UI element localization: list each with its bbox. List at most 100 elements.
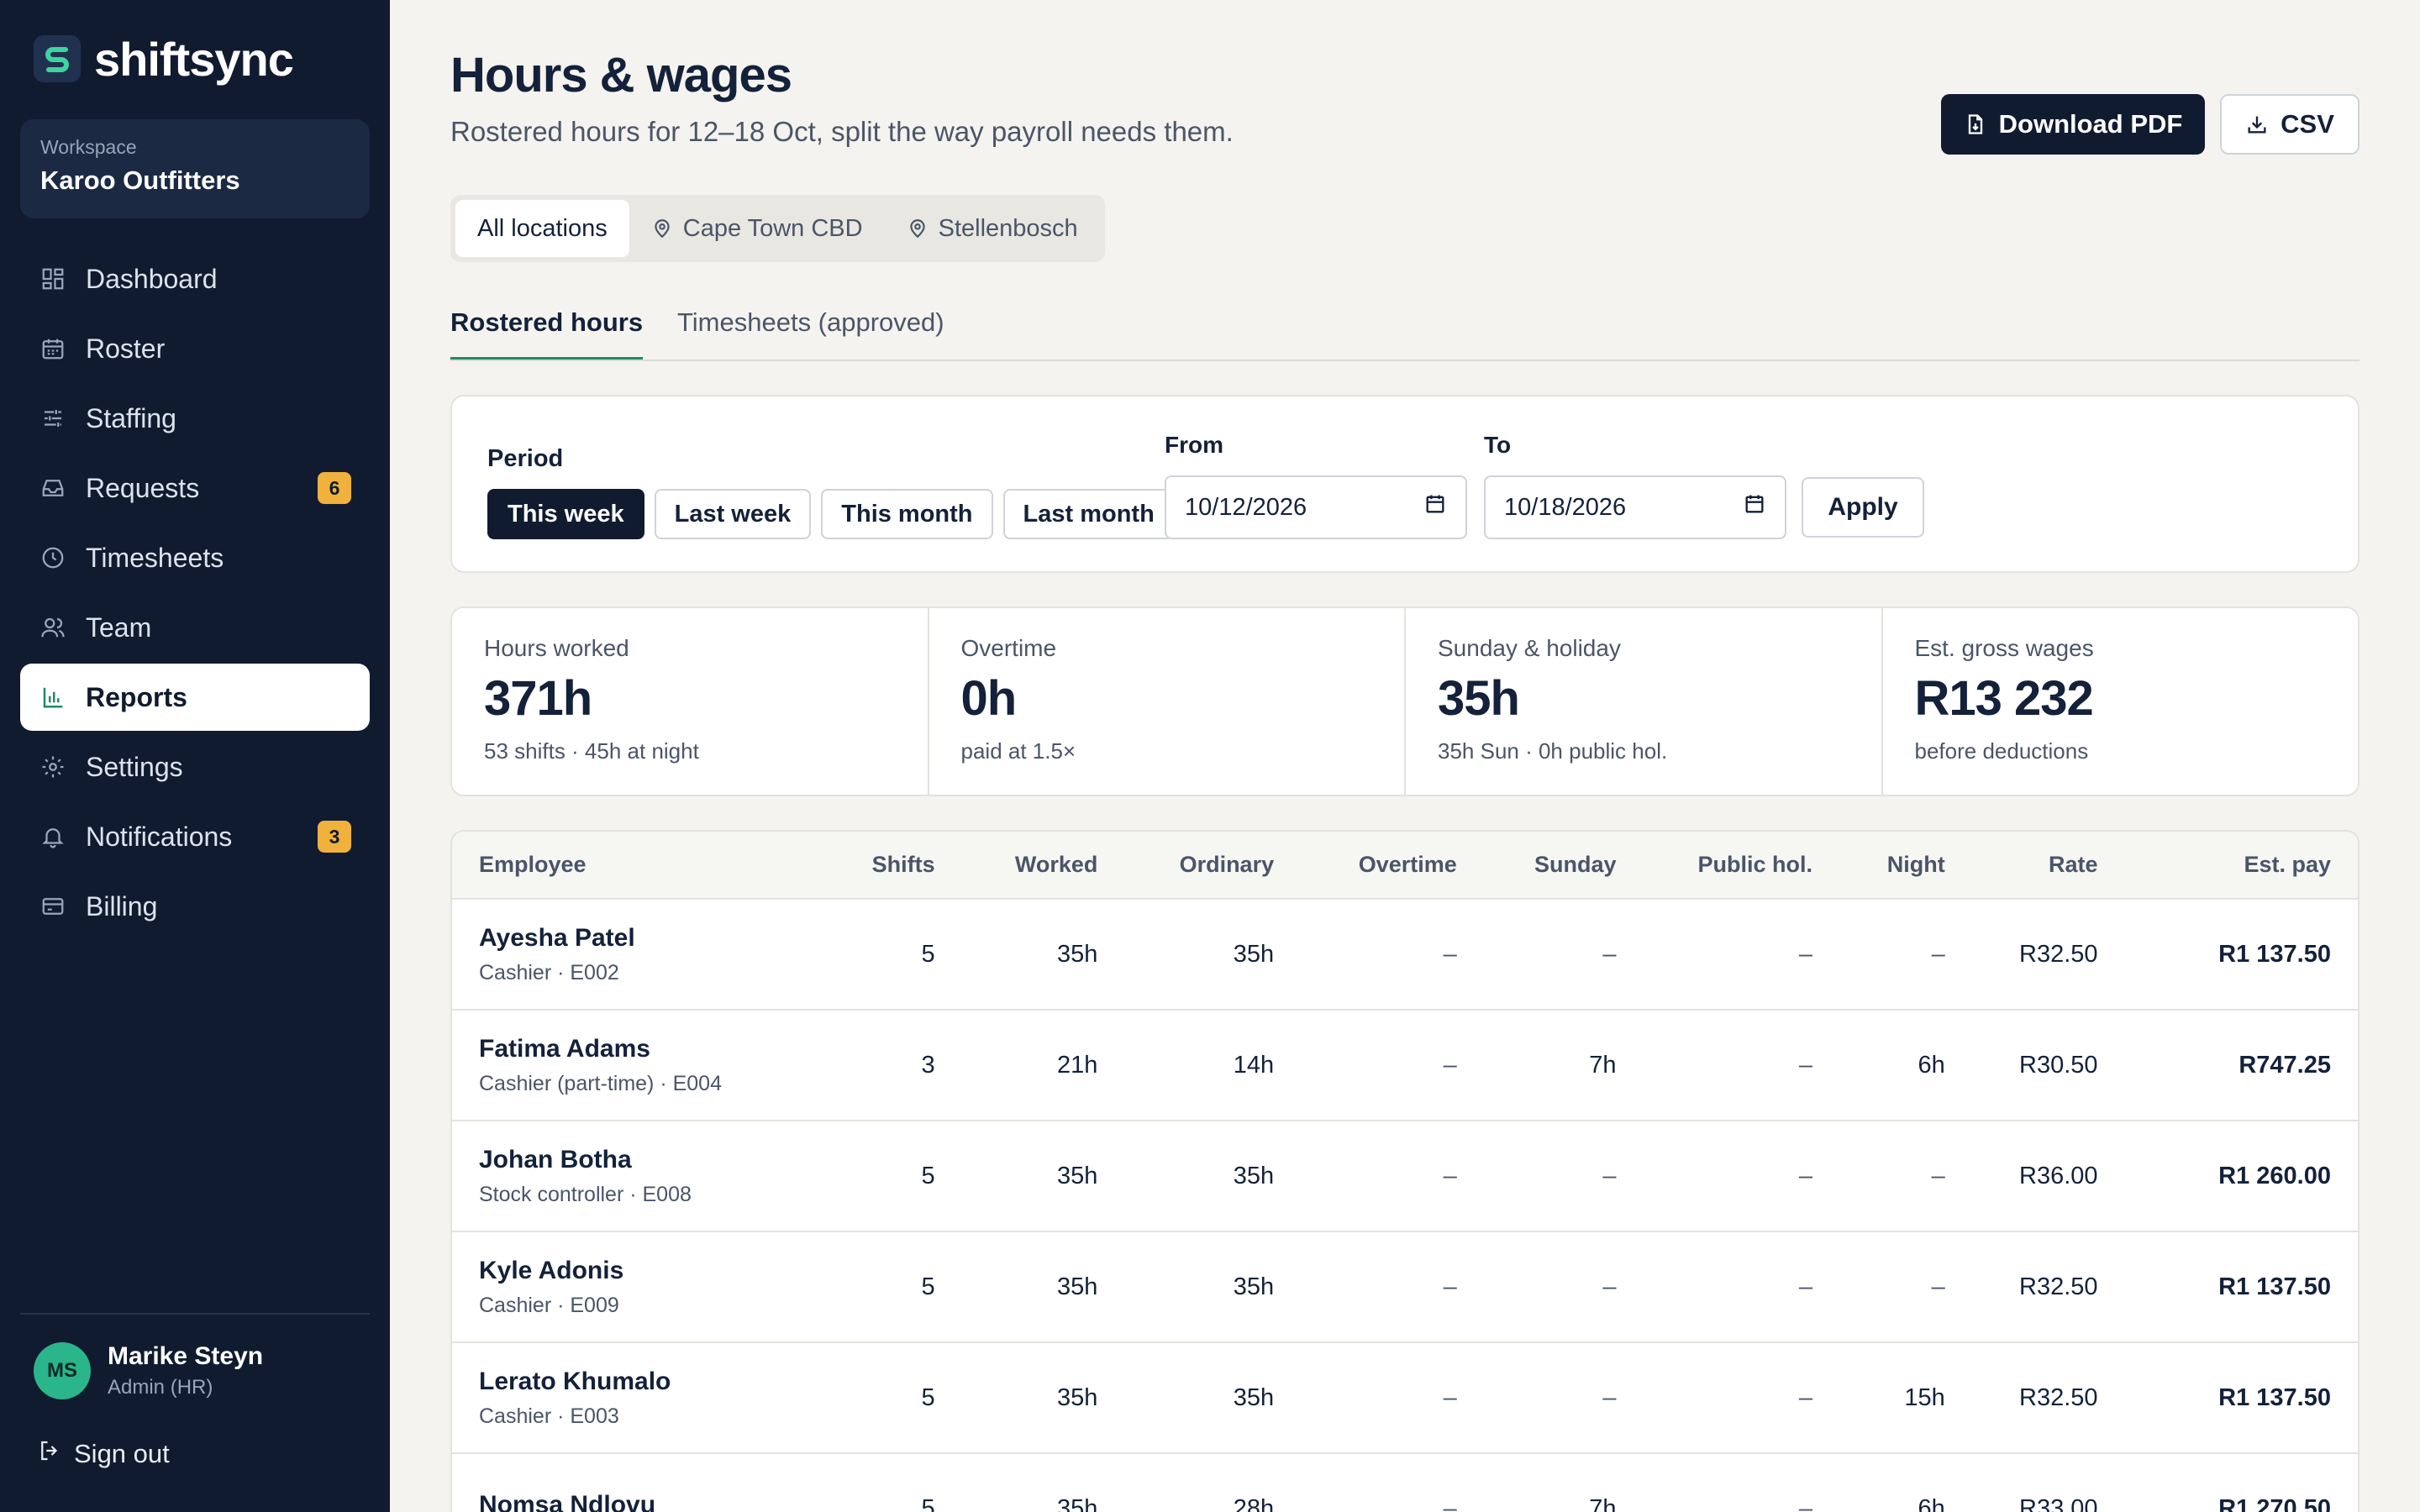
users-icon xyxy=(39,613,67,642)
workspace-switcher[interactable]: Workspace Karoo Outfitters xyxy=(20,119,370,218)
location-filter: All locations Cape Town CBD Stellenbosch xyxy=(450,195,1105,262)
notifications-count-badge: 3 xyxy=(318,821,351,853)
column-header-worked[interactable]: Worked xyxy=(962,832,1125,899)
public-hol-cell: – xyxy=(1798,1162,1813,1189)
tab-timesheets-approved[interactable]: Timesheets (approved) xyxy=(677,307,944,360)
column-header-shifts[interactable]: Shifts xyxy=(821,832,962,899)
column-header-employee[interactable]: Employee xyxy=(452,832,821,899)
public-hol-cell: – xyxy=(1798,1051,1813,1079)
table-row[interactable]: Ayesha Patel Cashier · E002 5 35h 35h – … xyxy=(452,899,2358,1010)
tab-rostered-hours[interactable]: Rostered hours xyxy=(450,307,644,360)
table-row[interactable]: Nomsa Ndlovu 5 35h 28h – 7h – 6h R33.00 … xyxy=(452,1453,2358,1512)
csv-export-button[interactable]: CSV xyxy=(2220,94,2360,155)
to-label: To xyxy=(1484,432,1512,458)
clock-icon xyxy=(39,543,67,572)
period-last-week[interactable]: Last week xyxy=(654,489,812,539)
stat-value: 35h xyxy=(1438,671,1520,726)
sidebar-item-label: Staffing xyxy=(86,402,176,433)
column-header-rate[interactable]: Rate xyxy=(1972,832,2125,899)
location-cape-town-cbd[interactable]: Cape Town CBD xyxy=(629,200,885,257)
sunday-cell: 7h xyxy=(1589,1051,1617,1079)
sidebar-item-label: Dashboard xyxy=(86,263,218,294)
employee-role: Cashier · E009 xyxy=(479,1293,619,1317)
sidebar-item-label: Settings xyxy=(86,751,183,782)
sidebar-item-roster[interactable]: Roster xyxy=(20,315,370,382)
from-date-input[interactable]: 10/12/2026 xyxy=(1165,475,1467,539)
column-header-est-pay[interactable]: Est. pay xyxy=(2125,832,2358,899)
user-role: Admin (HR) xyxy=(108,1376,213,1399)
to-date-input[interactable]: 10/18/2026 xyxy=(1484,475,1786,539)
sidebar-item-label: Reports xyxy=(86,681,187,712)
employee-name[interactable]: Johan Botha xyxy=(479,1146,794,1174)
sidebar-item-reports[interactable]: Reports xyxy=(20,664,370,731)
brand[interactable]: shiftsync xyxy=(34,32,294,86)
app-name: shiftsync xyxy=(94,32,294,86)
period-selector: This week Last week This month Last mont… xyxy=(487,489,1185,539)
employee-cell: Johan Botha Stock controller · E008 xyxy=(452,1121,821,1231)
sidebar-item-dashboard[interactable]: Dashboard xyxy=(20,245,370,312)
employee-cell: Fatima Adams Cashier (part-time) · E004 xyxy=(452,1010,821,1121)
table-row[interactable]: Lerato Khumalo Cashier · E003 5 35h 35h … xyxy=(452,1342,2358,1453)
report-tabs: Rostered hours Timesheets (approved) xyxy=(450,302,2360,361)
period-this-month[interactable]: This month xyxy=(821,489,993,539)
employee-name[interactable]: Fatima Adams xyxy=(479,1035,794,1063)
apply-button[interactable]: Apply xyxy=(1802,477,1924,538)
location-label: Stellenbosch xyxy=(938,214,1078,242)
employee-name[interactable]: Kyle Adonis xyxy=(479,1257,794,1285)
user-profile[interactable]: MS Marike Steyn Admin (HR) xyxy=(34,1342,263,1399)
sidebar-item-settings[interactable]: Settings xyxy=(20,733,370,801)
ordinary-cell: 35h xyxy=(1233,1273,1275,1300)
employee-name[interactable]: Ayesha Patel xyxy=(479,924,794,953)
employee-role: Cashier · E002 xyxy=(479,960,619,984)
sidebar-item-staffing[interactable]: Staffing xyxy=(20,385,370,452)
ordinary-cell: 35h xyxy=(1233,1383,1275,1411)
sunday-cell: 7h xyxy=(1589,1495,1617,1512)
location-all[interactable]: All locations xyxy=(455,200,629,257)
night-cell: – xyxy=(1931,1162,1945,1189)
period-filter-card: Period This week Last week This month La… xyxy=(450,395,2360,573)
map-pin-icon xyxy=(907,218,929,239)
night-cell: – xyxy=(1931,1273,1945,1300)
gear-icon xyxy=(39,753,67,781)
table-row[interactable]: Fatima Adams Cashier (part-time) · E004 … xyxy=(452,1010,2358,1121)
est-pay-cell: R747.25 xyxy=(2238,1051,2331,1079)
user-name: Marike Steyn xyxy=(108,1342,264,1370)
sign-out-button[interactable]: Sign out xyxy=(37,1438,170,1470)
download-pdf-button[interactable]: Download PDF xyxy=(1941,94,2205,155)
public-hol-cell: – xyxy=(1798,940,1813,968)
overtime-cell: – xyxy=(1443,1383,1457,1411)
sidebar-item-requests[interactable]: Requests 6 xyxy=(20,454,370,522)
period-last-month[interactable]: Last month xyxy=(1002,489,1175,539)
credit-card-icon xyxy=(39,892,67,921)
employee-cell: Lerato Khumalo Cashier · E003 xyxy=(452,1342,821,1453)
table-row[interactable]: Kyle Adonis Cashier · E009 5 35h 35h – –… xyxy=(452,1231,2358,1342)
shifts-cell: 5 xyxy=(921,940,935,968)
to-date-value: 10/18/2026 xyxy=(1504,493,1627,521)
employee-name[interactable]: Lerato Khumalo xyxy=(479,1368,794,1396)
employee-name[interactable]: Nomsa Ndlovu xyxy=(479,1491,794,1512)
column-header-public-hol[interactable]: Public hol. xyxy=(1644,832,1839,899)
sidebar-item-billing[interactable]: Billing xyxy=(20,873,370,940)
rate-cell: R32.50 xyxy=(2019,1383,2098,1411)
stat-gross-wages: Est. gross wages R13 232 before deductio… xyxy=(1883,608,2359,795)
stat-label: Hours worked xyxy=(484,635,629,661)
sidebar-item-team[interactable]: Team xyxy=(20,594,370,661)
sidebar-item-notifications[interactable]: Notifications 3 xyxy=(20,803,370,870)
rate-cell: R36.00 xyxy=(2019,1162,2098,1189)
table-row[interactable]: Johan Botha Stock controller · E008 5 35… xyxy=(452,1121,2358,1231)
public-hol-cell: – xyxy=(1798,1273,1813,1300)
table-header-row: Employee Shifts Worked Ordinary Overtime… xyxy=(452,832,2358,899)
column-header-sunday[interactable]: Sunday xyxy=(1484,832,1644,899)
calendar-icon xyxy=(39,334,67,363)
column-header-overtime[interactable]: Overtime xyxy=(1301,832,1484,899)
requests-count-badge: 6 xyxy=(318,472,351,504)
period-this-week[interactable]: This week xyxy=(487,489,644,539)
column-header-ordinary[interactable]: Ordinary xyxy=(1124,832,1301,899)
stat-label: Overtime xyxy=(960,635,1057,661)
location-stellenbosch[interactable]: Stellenbosch xyxy=(885,200,1100,257)
sidebar-nav: Dashboard Roster Staffing Requests 6 Tim… xyxy=(20,245,370,942)
night-cell: – xyxy=(1931,940,1945,968)
est-pay-cell: R1 260.00 xyxy=(2218,1162,2331,1189)
column-header-night[interactable]: Night xyxy=(1839,832,1972,899)
sidebar-item-timesheets[interactable]: Timesheets xyxy=(20,524,370,591)
